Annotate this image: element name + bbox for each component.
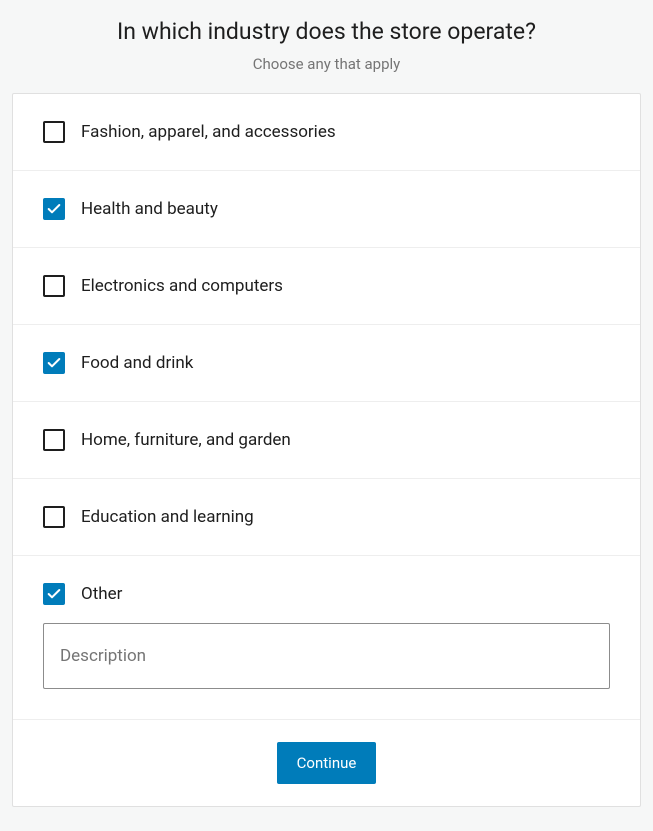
option-label: Health and beauty <box>81 199 218 219</box>
checkbox-food[interactable] <box>43 352 65 374</box>
option-health[interactable]: Health and beauty <box>13 171 640 248</box>
option-label: Electronics and computers <box>81 276 283 296</box>
form-title: In which industry does the store operate… <box>20 18 633 45</box>
form-header: In which industry does the store operate… <box>0 0 653 93</box>
description-input[interactable] <box>43 623 610 689</box>
option-label: Other <box>81 584 122 604</box>
option-electronics[interactable]: Electronics and computers <box>13 248 640 325</box>
option-education[interactable]: Education and learning <box>13 479 640 556</box>
checkbox-education[interactable] <box>43 506 65 528</box>
option-home[interactable]: Home, furniture, and garden <box>13 402 640 479</box>
option-label: Food and drink <box>81 353 193 373</box>
checkbox-home[interactable] <box>43 429 65 451</box>
form-subtitle: Choose any that apply <box>20 55 633 73</box>
continue-button[interactable]: Continue <box>277 742 377 784</box>
checkbox-health[interactable] <box>43 198 65 220</box>
option-label: Education and learning <box>81 507 254 527</box>
option-fashion[interactable]: Fashion, apparel, and accessories <box>13 94 640 171</box>
option-label: Fashion, apparel, and accessories <box>81 122 336 142</box>
checkbox-electronics[interactable] <box>43 275 65 297</box>
option-other-inner: Other <box>43 583 610 605</box>
check-icon <box>46 586 62 602</box>
option-other[interactable]: Other <box>13 556 640 720</box>
checkbox-fashion[interactable] <box>43 121 65 143</box>
check-icon <box>46 355 62 371</box>
industry-form: In which industry does the store operate… <box>0 0 653 807</box>
option-food[interactable]: Food and drink <box>13 325 640 402</box>
form-footer: Continue <box>13 720 640 806</box>
checkbox-other[interactable] <box>43 583 65 605</box>
check-icon <box>46 201 62 217</box>
options-card: Fashion, apparel, and accessories Health… <box>12 93 641 807</box>
option-label: Home, furniture, and garden <box>81 430 291 450</box>
